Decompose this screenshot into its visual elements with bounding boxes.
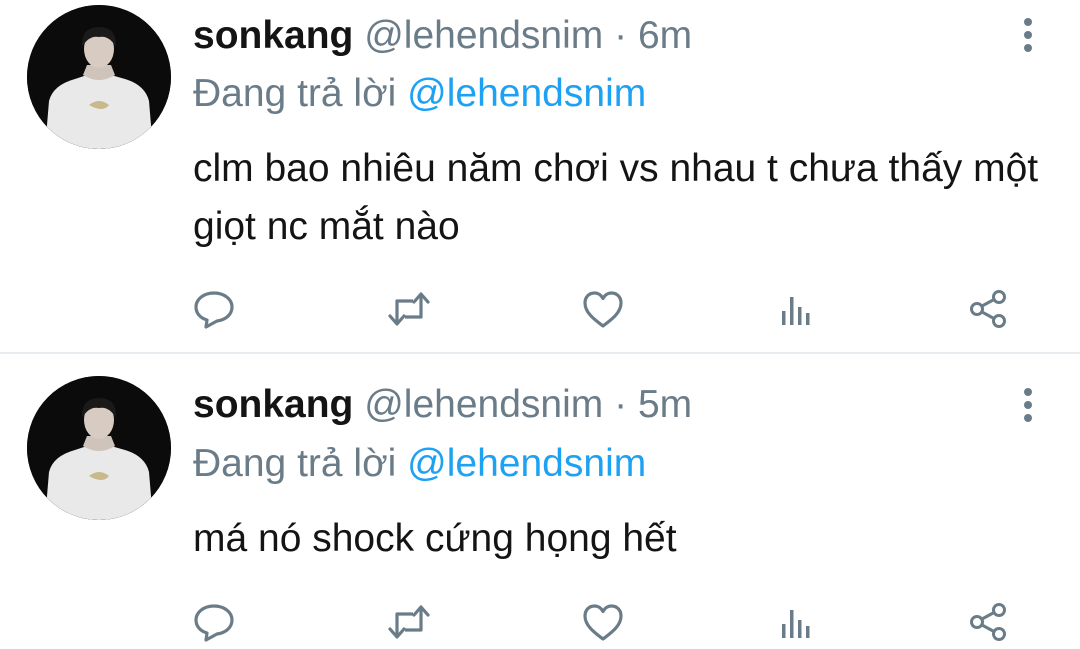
analytics-button[interactable] (772, 284, 820, 334)
like-button[interactable] (579, 284, 627, 334)
display-name[interactable]: sonkang (193, 14, 353, 57)
more-vertical-icon[interactable] (1022, 388, 1034, 424)
share-icon (970, 290, 1006, 328)
reply-prefix: Đang trả lời (193, 72, 397, 115)
share-button[interactable] (964, 284, 1012, 334)
heart-icon (583, 291, 623, 328)
separator-dot: · (614, 383, 628, 426)
share-icon (970, 603, 1006, 641)
heart-icon (583, 604, 623, 641)
retweet-button[interactable] (385, 597, 433, 647)
reply-context: Đang trả lời @lehendsnim (193, 440, 646, 488)
user-handle[interactable]: @lehendsnim (364, 383, 603, 426)
reply-button[interactable] (190, 284, 238, 334)
more-vertical-icon[interactable] (1022, 18, 1034, 54)
tweet-header: sonkang @lehendsnim · 5m (193, 381, 692, 429)
reply-icon (194, 604, 234, 642)
tweet-text: clm bao nhiêu năm chơi vs nhau t chưa th… (193, 147, 1039, 248)
retweet-icon (388, 292, 430, 326)
reply-mention-link[interactable]: @lehendsnim (407, 442, 646, 485)
share-button[interactable] (964, 597, 1012, 647)
timestamp[interactable]: 5m (638, 383, 692, 426)
analytics-icon (782, 297, 810, 325)
tweet-card[interactable]: sonkang @lehendsnim · 6m Đang trả lời @l… (0, 0, 1080, 354)
avatar[interactable] (27, 376, 171, 520)
reply-mention-link[interactable]: @lehendsnim (407, 72, 646, 115)
tweet-card[interactable]: sonkang @lehendsnim · 5m Đang trả lời @l… (0, 354, 1080, 649)
analytics-icon (782, 610, 810, 638)
tweet-actions (0, 284, 1080, 334)
tweet-text: má nó shock cứng họng hết (193, 517, 677, 560)
retweet-button[interactable] (385, 284, 433, 334)
display-name[interactable]: sonkang (193, 383, 353, 426)
reply-button[interactable] (190, 597, 238, 647)
reply-prefix: Đang trả lời (193, 442, 397, 485)
separator-dot: · (614, 14, 628, 57)
tweet-header: sonkang @lehendsnim · 6m (193, 12, 692, 60)
avatar[interactable] (27, 5, 171, 149)
retweet-icon (388, 605, 430, 639)
reply-context: Đang trả lời @lehendsnim (193, 70, 646, 118)
tweet-actions (0, 597, 1080, 647)
analytics-button[interactable] (772, 597, 820, 647)
like-button[interactable] (579, 597, 627, 647)
reply-icon (194, 291, 234, 329)
timestamp[interactable]: 6m (638, 14, 692, 57)
user-handle[interactable]: @lehendsnim (364, 14, 603, 57)
